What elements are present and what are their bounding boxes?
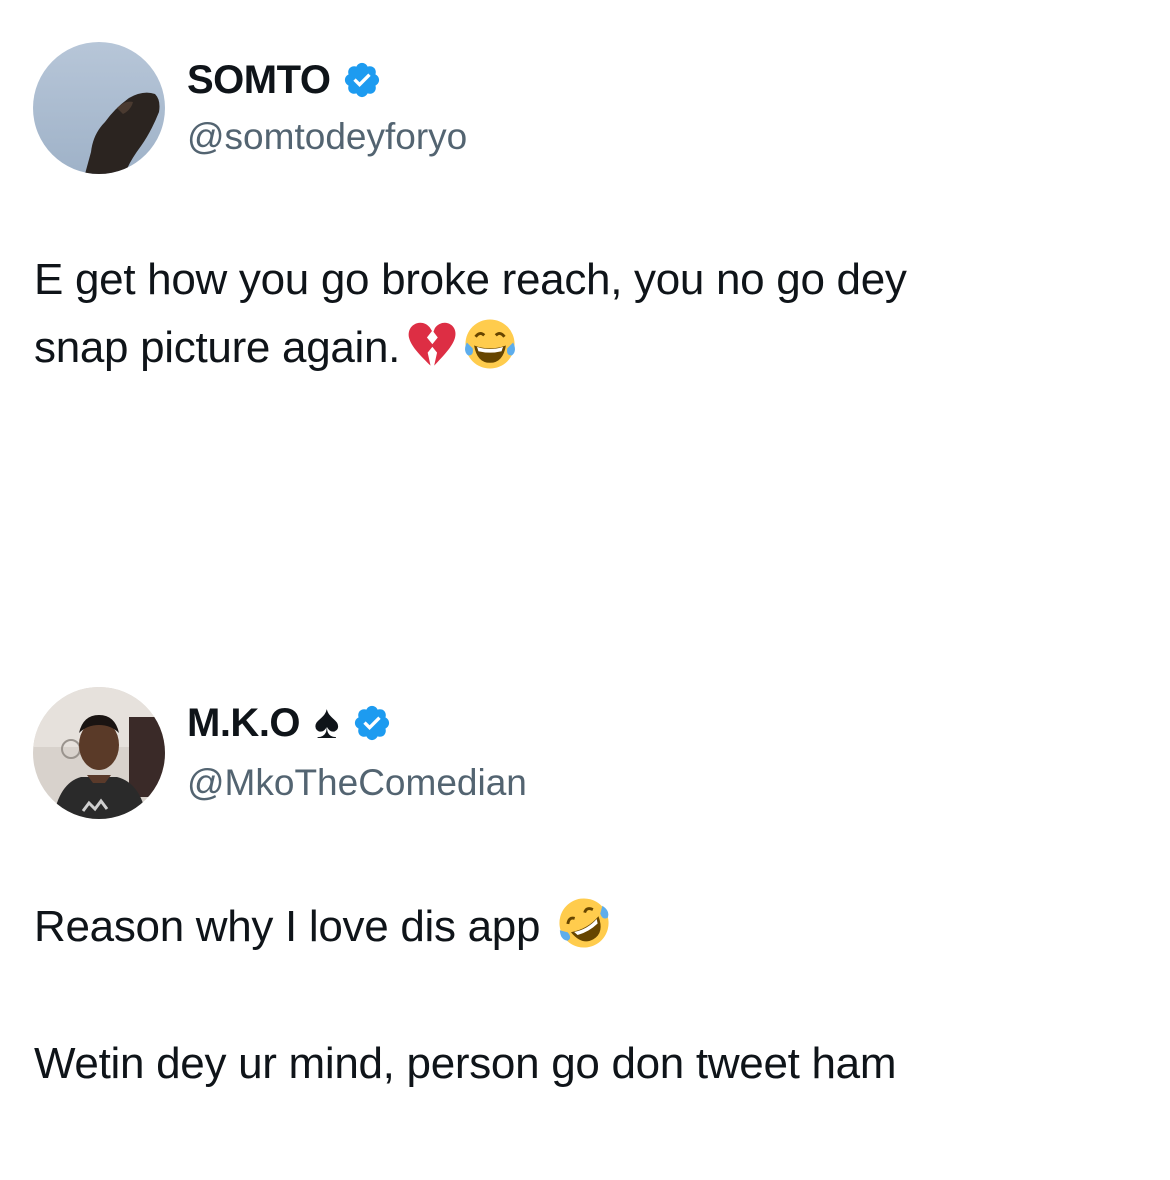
- tweet-text-line-2-row: snap picture again.: [34, 314, 1130, 382]
- spade-icon: ♠: [314, 696, 340, 749]
- handle[interactable]: @somtodeyforyo: [187, 116, 467, 158]
- tweet-text: E get how you go broke reach, you no go …: [34, 246, 1130, 382]
- avatar-photo: [33, 687, 165, 819]
- tears-of-joy-icon: [465, 319, 516, 369]
- tweet-text-line-1: E get how you go broke reach, you no go …: [34, 255, 907, 304]
- verified-badge-icon: [345, 62, 380, 98]
- name-row: SOMTO: [187, 55, 382, 105]
- name-row: M.K.O ♠: [187, 698, 392, 748]
- tweet-paragraph-1: Reason why I love dis app: [34, 902, 541, 951]
- avatar[interactable]: [33, 42, 165, 174]
- tweet-text-line-2: snap picture again.: [34, 323, 401, 372]
- tweet-mko[interactable]: M.K.O ♠ @MkoTheComedian Reason why I lov…: [0, 640, 1170, 1180]
- tweet-paragraph-2: Wetin dey ur mind, person go don tweet h…: [34, 1039, 897, 1088]
- broken-heart-icon: [408, 322, 456, 366]
- avatar[interactable]: [33, 687, 165, 819]
- verified-badge-icon: [354, 705, 389, 741]
- tweet-paragraph-1-row: Reason why I love dis app: [34, 893, 1130, 961]
- handle[interactable]: @MkoTheComedian: [187, 762, 527, 804]
- avatar-photo: [33, 42, 165, 174]
- display-name[interactable]: SOMTO: [187, 58, 331, 103]
- rolling-on-floor-laughing-icon: [559, 898, 609, 948]
- display-name[interactable]: M.K.O: [187, 701, 301, 746]
- tweet-somto[interactable]: SOMTO @somtodeyforyo E get how you go br…: [0, 0, 1170, 560]
